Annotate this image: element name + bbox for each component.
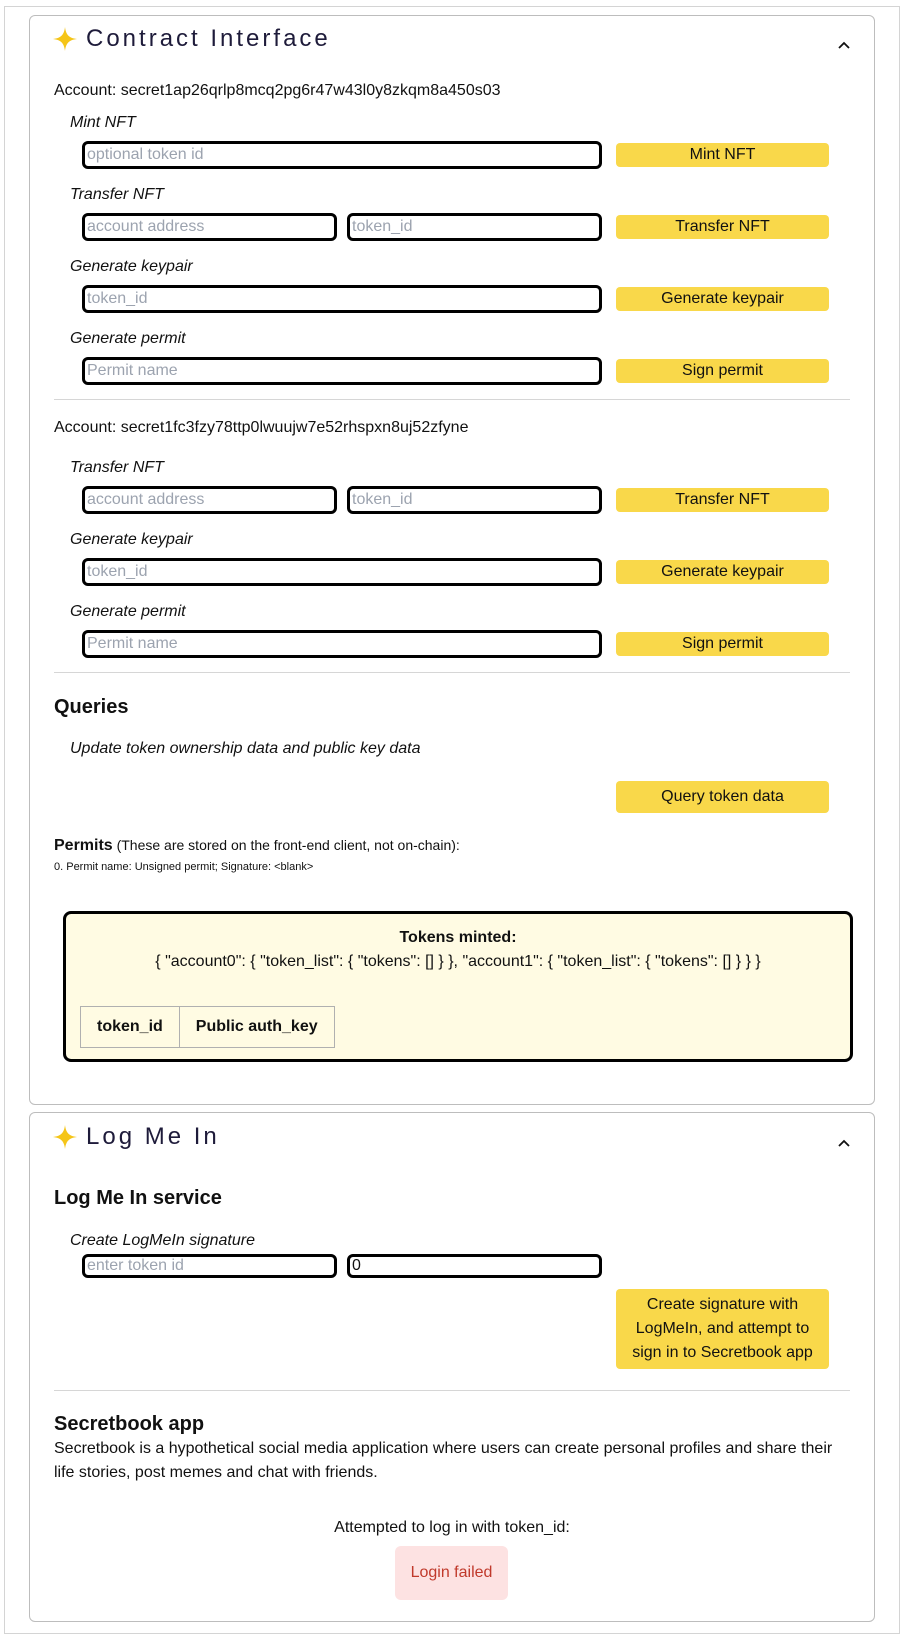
mint-nft-button[interactable]: Mint NFT [616,143,829,167]
tokens-minted-heading: Tokens minted: [399,929,517,946]
create-logmein-signature-label: Create LogMeIn signature [70,1232,255,1249]
token-table: token_id Public auth_key [80,1006,335,1048]
permit-name-input[interactable] [82,630,602,658]
column-header-token-id: token_id [80,1006,180,1048]
account-label: Account: secret1ap26qrlp8mcq2pg6r47w43l0… [54,82,501,99]
sign-permit-button[interactable]: Sign permit [616,359,829,383]
generate-permit-label: Generate permit [70,603,186,620]
permits-heading: Permits [54,837,113,854]
generate-keypair-label: Generate keypair [70,258,193,275]
transfer-token-id-input[interactable] [347,213,602,241]
keypair-token-id-input[interactable] [82,558,602,586]
permits-note: (These are stored on the front-end clien… [116,837,460,853]
permit-item: 0. Permit name: Unsigned permit; Signatu… [54,861,314,873]
chevron-up-icon[interactable] [837,38,851,52]
tokens-json: { "account0": { "token_list": { "tokens"… [155,953,761,970]
tokens-minted-box: Tokens minted: { "account0": { "token_li… [63,911,853,1062]
login-status-badge: Login failed [395,1546,508,1600]
transfer-nft-button[interactable]: Transfer NFT [616,215,829,239]
logmein-token-id-input[interactable] [82,1254,337,1278]
query-token-data-button[interactable]: Query token data [616,781,829,813]
sparkle-icon [53,27,77,51]
keypair-token-id-input[interactable] [82,285,602,313]
generate-keypair-button[interactable]: Generate keypair [616,560,829,584]
panel-title: Contract Interface [86,25,331,52]
divider [54,399,850,400]
divider [54,672,850,673]
secretbook-heading: Secretbook app [54,1413,205,1435]
generate-keypair-label: Generate keypair [70,531,193,548]
queries-description: Update token ownership data and public k… [70,740,421,757]
transfer-address-input[interactable] [82,213,337,241]
panel-title: Log Me In [86,1123,220,1150]
generate-permit-label: Generate permit [70,330,186,347]
mint-token-id-input[interactable] [82,141,602,169]
column-header-public-auth-key: Public auth_key [178,1006,335,1048]
log-me-in-service-heading: Log Me In service [54,1187,222,1209]
generate-keypair-button[interactable]: Generate keypair [616,287,829,311]
sparkle-icon [53,1125,77,1149]
secretbook-description: Secretbook is a hypothetical social medi… [54,1440,833,1481]
transfer-nft-label: Transfer NFT [70,459,164,476]
create-signature-button[interactable]: Create signature with LogMeIn, and attem… [616,1289,829,1369]
chevron-up-icon[interactable] [837,1136,851,1150]
logmein-value-input[interactable] [347,1254,602,1278]
mint-nft-label: Mint NFT [70,114,136,131]
transfer-address-input[interactable] [82,486,337,514]
sign-permit-button[interactable]: Sign permit [616,632,829,656]
account-label: Account: secret1fc3fzy78ttp0lwuujw7e52rh… [54,419,469,436]
attempt-text: Attempted to log in with token_id: [334,1519,570,1536]
transfer-nft-label: Transfer NFT [70,186,164,203]
transfer-token-id-input[interactable] [347,486,602,514]
queries-heading: Queries [54,696,129,718]
transfer-nft-button[interactable]: Transfer NFT [616,488,829,512]
permits-line: Permits (These are stored on the front-e… [54,836,460,855]
permit-name-input[interactable] [82,357,602,385]
divider [54,1390,850,1391]
